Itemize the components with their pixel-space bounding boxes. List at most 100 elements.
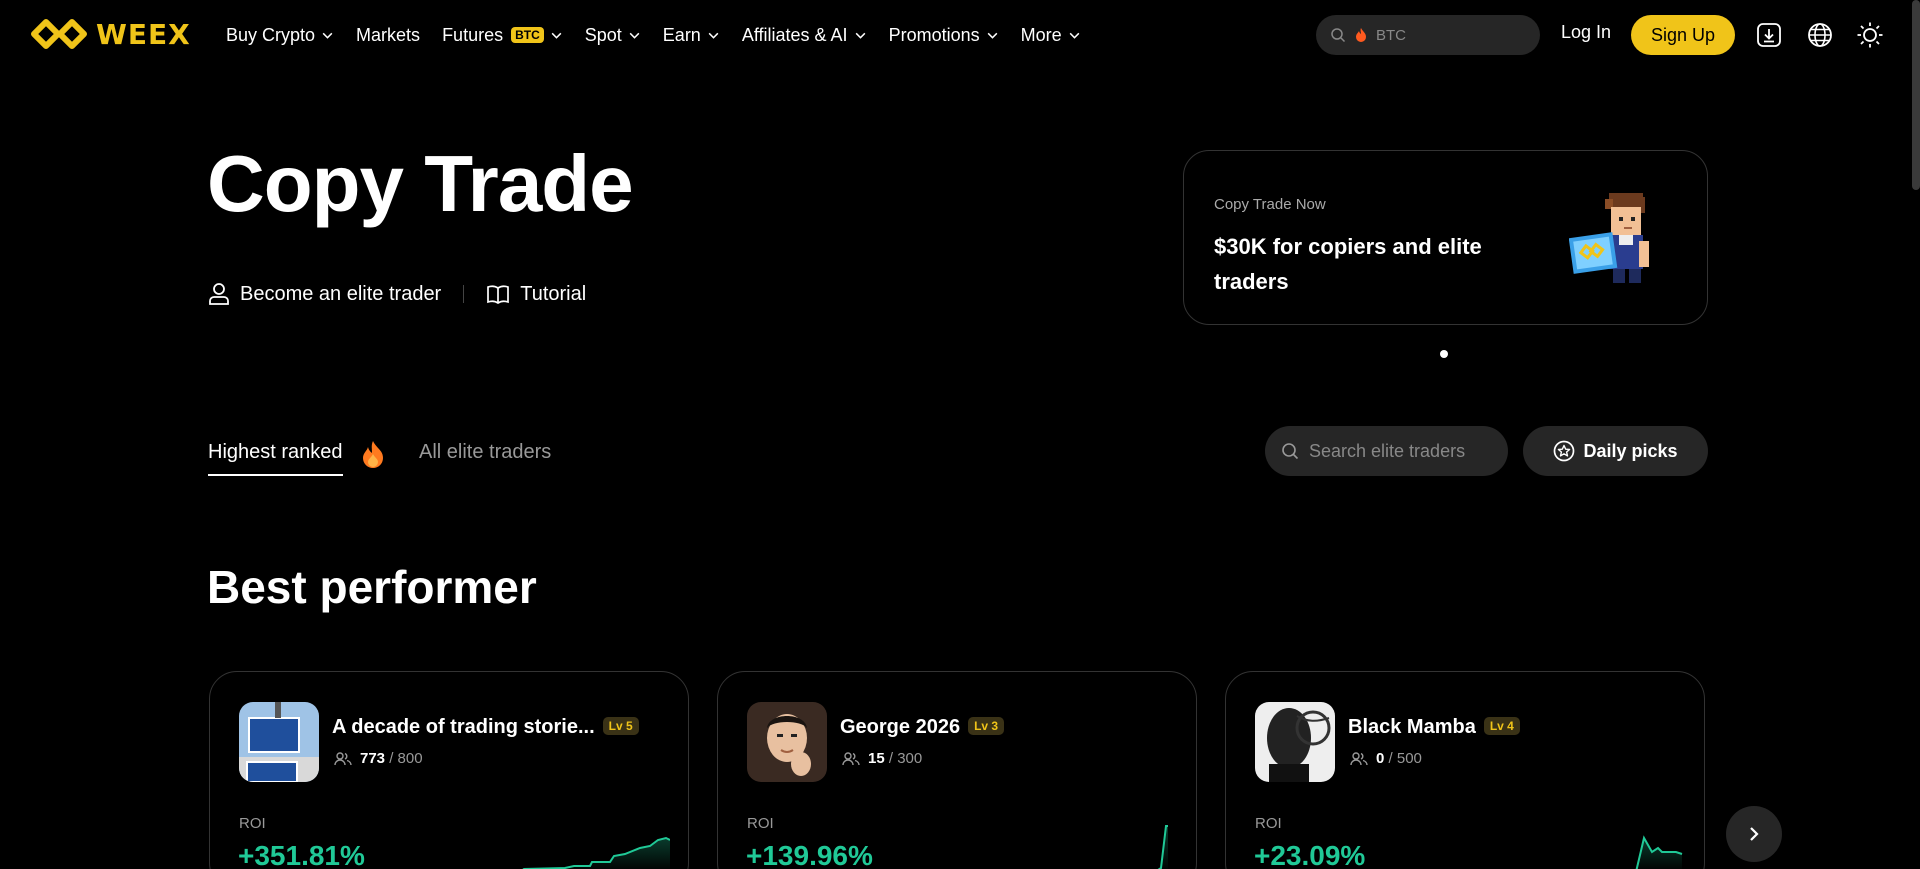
nav-futures[interactable]: Futures BTC (442, 25, 563, 46)
nav-earn[interactable]: Earn (663, 25, 720, 46)
trader-character-illustration (1569, 193, 1649, 283)
users-icon (842, 751, 860, 765)
tab-all-elite-traders[interactable]: All elite traders (419, 441, 551, 464)
star-circle-icon (1554, 440, 1575, 462)
daily-picks-button[interactable]: Daily picks (1523, 426, 1708, 476)
roi-value: +139.96% (746, 840, 873, 869)
nav-futures-label: Futures (442, 24, 504, 45)
divider (463, 285, 465, 303)
nav-buy-crypto-label: Buy Crypto (226, 24, 316, 45)
followers-current: 0 (1376, 750, 1385, 767)
followers-capacity: / 300 (888, 750, 923, 767)
trader-name-text: A decade of trading storie... (332, 716, 595, 738)
followers-count: 0 / 500 (1350, 750, 1422, 767)
nav-more[interactable]: More (1021, 25, 1081, 46)
promo-kicker: Copy Trade Now (1214, 196, 1326, 213)
carousel-next-button[interactable] (1726, 806, 1782, 862)
followers-capacity: / 500 (1388, 750, 1422, 767)
trader-name: George 2026 Lv 3 (840, 716, 1005, 739)
tab-highest-ranked[interactable]: Highest ranked (208, 441, 343, 476)
followers-current: 773 (360, 750, 386, 767)
download-icon[interactable] (1754, 20, 1784, 50)
chevron-down-icon (708, 32, 719, 39)
nav-earn-label: Earn (662, 24, 701, 45)
nav-buy-crypto[interactable]: Buy Crypto (226, 25, 334, 46)
nav-spot[interactable]: Spot (585, 25, 641, 46)
nav-promotions-label: Promotions (888, 24, 980, 45)
chevron-right-icon (1750, 827, 1759, 841)
section-title: Best performer (207, 561, 537, 613)
become-elite-trader-link[interactable]: Become an elite trader (208, 282, 441, 306)
avatar (747, 702, 827, 782)
weex-logo-icon (31, 19, 87, 49)
page-scrollbar[interactable] (1912, 0, 1920, 190)
search-elite-traders-input[interactable]: Search elite traders (1265, 426, 1508, 476)
chevron-down-icon (1069, 32, 1079, 39)
carousel-indicator[interactable] (1440, 350, 1448, 358)
nav-promotions[interactable]: Promotions (889, 25, 999, 46)
avatar (1255, 702, 1335, 782)
trader-name: Black Mamba Lv 4 (1348, 716, 1520, 739)
roi-sparkline (522, 836, 670, 869)
promo-banner[interactable]: Copy Trade Now $30K for copiers and elit… (1183, 150, 1708, 325)
tutorial-link[interactable]: Tutorial (486, 283, 586, 306)
chevron-down-icon (987, 32, 997, 39)
roi-sparkline (1042, 825, 1168, 869)
nav-markets-label: Markets (356, 24, 421, 45)
followers-count: 773 / 800 (334, 750, 423, 767)
nav-more-label: More (1020, 24, 1062, 45)
level-badge: Lv 5 (602, 717, 639, 735)
chevron-down-icon (629, 32, 640, 39)
sun-icon[interactable] (1855, 20, 1885, 50)
nav-spot-label: Spot (584, 24, 622, 45)
search-icon (1282, 443, 1299, 460)
followers-current: 15 (868, 750, 885, 767)
trader-name-text: George 2026 (840, 716, 961, 738)
roi-label: ROI (747, 815, 774, 832)
trader-card[interactable]: Black Mamba Lv 4 0 / 500 ROI +23.09% (1225, 671, 1705, 869)
globe-icon[interactable] (1805, 20, 1835, 50)
roi-value: +351.81% (238, 840, 365, 869)
nav-affiliates-label: Affiliates & AI (741, 24, 848, 45)
roi-value: +23.09% (1254, 840, 1366, 869)
page-title: Copy Trade (207, 139, 634, 228)
trader-name-text: Black Mamba (1348, 716, 1476, 738)
become-elite-trader-label: Become an elite trader (240, 282, 442, 305)
nav-markets[interactable]: Markets (356, 25, 420, 46)
top-search-input[interactable]: BTC (1316, 15, 1540, 55)
user-icon (209, 283, 229, 305)
chevron-down-icon (855, 32, 865, 39)
promo-headline: $30K for copiers and elite traders (1214, 234, 1482, 294)
hero-links: Become an elite trader Tutorial (208, 282, 586, 306)
level-badge: Lv 4 (1483, 717, 1520, 735)
trader-card[interactable]: George 2026 Lv 3 15 / 300 ROI +139.96% (717, 671, 1197, 869)
top-navbar: WEEX Buy Crypto Markets Futures BTC Spot… (0, 0, 1920, 70)
brand-name: WEEX (96, 17, 191, 51)
daily-picks-label: Daily picks (1583, 440, 1678, 461)
tutorial-label: Tutorial (520, 282, 587, 305)
fire-icon (363, 441, 383, 468)
roi-label: ROI (1255, 815, 1282, 832)
followers-count: 15 / 300 (842, 750, 922, 767)
chevron-down-icon (322, 32, 333, 39)
users-icon (334, 751, 352, 765)
login-link[interactable]: Log In (1561, 22, 1611, 43)
book-icon (487, 285, 510, 305)
users-icon (1350, 751, 1368, 765)
level-badge: Lv 3 (968, 717, 1005, 735)
followers-capacity: / 800 (389, 750, 423, 767)
search-elite-placeholder: Search elite traders (1309, 440, 1466, 461)
signup-button[interactable]: Sign Up (1631, 15, 1735, 55)
main-menu: Buy Crypto Markets Futures BTC Spot Earn… (226, 0, 1081, 70)
roi-label: ROI (239, 815, 266, 832)
futures-badge: BTC (511, 27, 544, 43)
fire-icon (1356, 28, 1366, 42)
search-icon (1331, 28, 1346, 43)
weex-logo[interactable]: WEEX (30, 16, 191, 52)
chevron-down-icon (551, 32, 562, 39)
roi-sparkline (1635, 835, 1683, 869)
avatar (239, 702, 319, 782)
top-search-placeholder: BTC (1376, 26, 1406, 44)
trader-card[interactable]: A decade of trading storie... Lv 5 773 / … (209, 671, 689, 869)
nav-affiliates[interactable]: Affiliates & AI (742, 25, 867, 46)
